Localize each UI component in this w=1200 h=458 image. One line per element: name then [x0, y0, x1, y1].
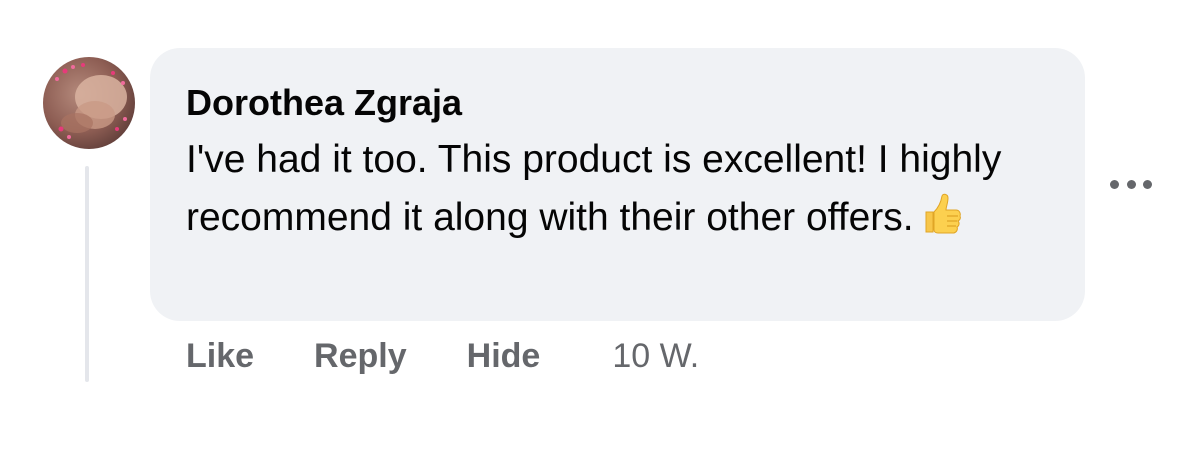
avatar[interactable] [43, 57, 135, 149]
more-options-dot [1126, 179, 1136, 189]
comment-timestamp[interactable]: 10 W. [612, 337, 699, 376]
thumbs-up-icon [920, 192, 964, 236]
comment-bubble: Dorothea Zgraja I've had it too. This pr… [150, 48, 1085, 321]
thread-line [85, 166, 89, 382]
reply-button[interactable]: Reply [314, 337, 407, 376]
avatar-image [43, 57, 135, 149]
comment-container: Dorothea Zgraja I've had it too. This pr… [0, 0, 1200, 458]
comment-author[interactable]: Dorothea Zgraja [186, 79, 1049, 127]
comment-text: I've had it too. This product is excelle… [186, 138, 1002, 239]
more-options-dot [1143, 179, 1152, 189]
more-options-dot [1110, 179, 1119, 189]
comment-actions: Like Reply Hide 10 W. [186, 332, 699, 380]
hide-button[interactable]: Hide [467, 337, 541, 376]
comment-body: I've had it too. This product is excelle… [186, 131, 1046, 247]
more-options-icon[interactable] [1110, 174, 1152, 194]
like-button[interactable]: Like [186, 337, 254, 376]
